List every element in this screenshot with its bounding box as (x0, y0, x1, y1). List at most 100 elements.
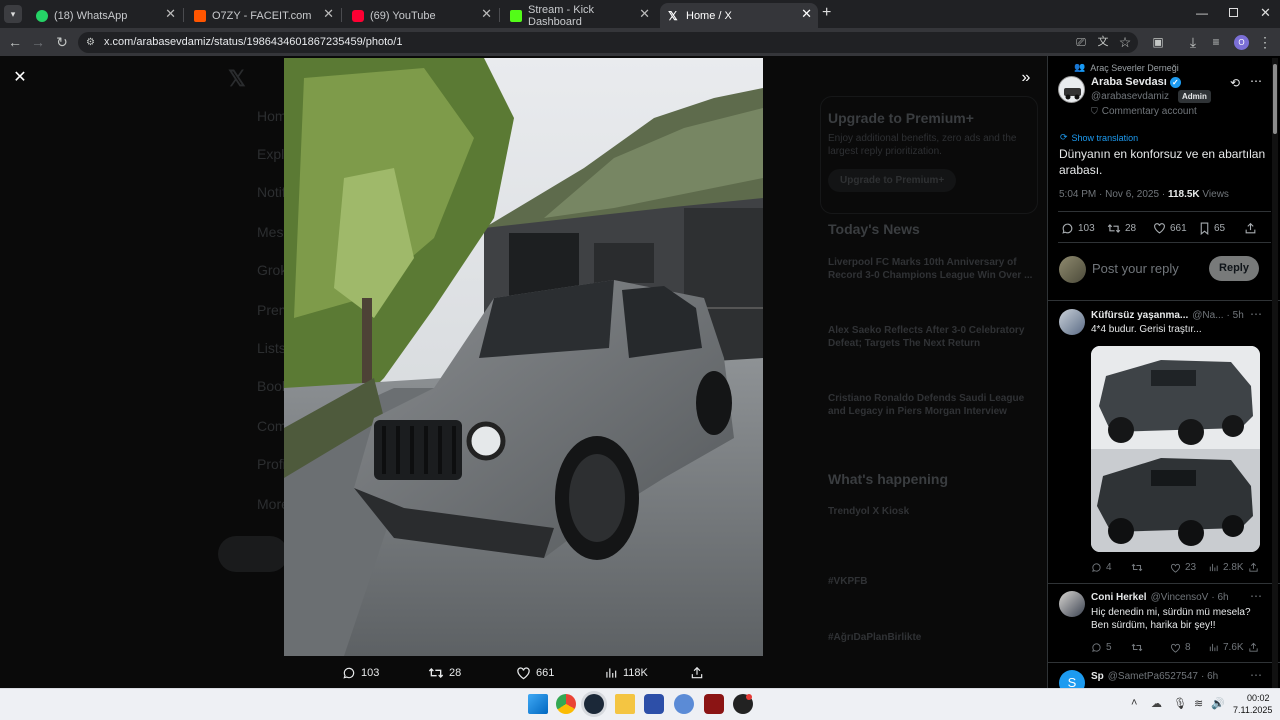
reply-stat[interactable]: 103 (1061, 222, 1095, 235)
more-options-icon[interactable]: ⋯ (1250, 74, 1262, 88)
reply-author-handle[interactable]: @Na... (1192, 310, 1223, 321)
tab-whatsapp[interactable]: (18) WhatsApp ✕ (28, 3, 182, 28)
close-tab-icon[interactable]: ✕ (801, 6, 812, 22)
tray-chevron-icon[interactable]: ˄ (1131, 697, 1137, 709)
downloads-icon[interactable]: ⤓ (1184, 33, 1202, 51)
app-icon[interactable] (674, 694, 694, 714)
volume-icon[interactable]: 🔊 (1211, 697, 1225, 710)
scrollbar-thumb[interactable] (1273, 64, 1277, 134)
extensions-icon[interactable]: ▣ (1149, 33, 1167, 51)
share-stat[interactable] (1244, 222, 1261, 235)
views-count: 7.6K (1223, 642, 1244, 653)
browser-menu-icon[interactable]: ⋮ (1256, 33, 1274, 51)
tab-youtube[interactable]: (69) YouTube ✕ (344, 3, 498, 28)
viewer-share-button[interactable] (690, 666, 709, 680)
close-tab-icon[interactable]: ✕ (639, 6, 650, 22)
close-tab-icon[interactable]: ✕ (323, 6, 334, 22)
more-options-icon[interactable]: ⋯ (1250, 668, 1262, 682)
reply-author-handle[interactable]: @VincensoV (1151, 592, 1209, 603)
like-stat[interactable]: 661 (1153, 222, 1187, 234)
back-button[interactable]: ← (6, 33, 24, 51)
post-photo[interactable] (284, 58, 763, 656)
file-explorer-icon[interactable] (615, 694, 635, 714)
tab-x-home[interactable]: 𝕏 Home / X ✕ (660, 3, 818, 28)
windows-start-icon[interactable] (528, 694, 548, 714)
viewer-like-button[interactable]: 661 (516, 666, 554, 680)
reply-views[interactable]: 7.6K (1208, 642, 1244, 653)
author-handle[interactable]: @arabasevdamiz (1091, 91, 1169, 102)
reply-author-handle[interactable]: @SametPa6527547 (1108, 671, 1198, 682)
reply-author-name[interactable]: Sp (1091, 671, 1104, 682)
reply-avatar[interactable] (1059, 309, 1085, 335)
new-tab-button[interactable]: + (822, 5, 831, 21)
url-text[interactable]: x.com/arabasevdamiz/status/1986434601867… (104, 36, 402, 48)
author-name[interactable]: Araba Sevdası ✓ (1091, 76, 1181, 88)
forward-button[interactable]: → (29, 33, 47, 51)
reply-views[interactable]: 2.8K (1208, 562, 1244, 573)
reply-time[interactable]: · 6h (1211, 592, 1228, 603)
reply-likes[interactable]: 23 (1170, 562, 1196, 573)
close-tab-icon[interactable]: ✕ (165, 6, 176, 22)
reply-share[interactable] (1248, 562, 1263, 573)
more-options-icon[interactable]: ⋯ (1250, 307, 1262, 321)
app-icon[interactable] (644, 694, 664, 714)
share-icon (1249, 562, 1258, 572)
premium-title: Upgrade to Premium+ (828, 110, 974, 126)
clock-date[interactable]: 7.11.2025 (1233, 705, 1272, 715)
reply-share[interactable] (1248, 642, 1263, 653)
reply-avatar[interactable] (1059, 591, 1085, 617)
reply-reposts[interactable] (1131, 642, 1147, 653)
collapse-sidebar-icon[interactable]: » (1016, 68, 1036, 88)
show-translation-link[interactable]: ⟳ Show translation (1060, 132, 1138, 143)
reply-author-name[interactable]: Küfürsüz yaşanma... (1091, 310, 1188, 321)
reply-replies[interactable]: 4 (1091, 562, 1112, 573)
tab-faceit[interactable]: O7ZY - FACEIT.com ✕ (186, 3, 340, 28)
onedrive-icon[interactable]: ☁ (1151, 697, 1162, 710)
close-window-button[interactable]: ✕ (1260, 5, 1271, 21)
bookmark-star-icon[interactable]: ☆ (1116, 33, 1134, 51)
clock-time[interactable]: 00:02 (1247, 693, 1270, 703)
viewer-views-button[interactable]: 118K (604, 666, 648, 680)
more-options-icon[interactable]: ⋯ (1250, 589, 1262, 603)
close-viewer-button[interactable]: ✕ (10, 68, 30, 88)
profile-avatar[interactable]: O (1234, 35, 1249, 50)
minimize-button[interactable]: — (1196, 6, 1208, 20)
reply-button[interactable]: Reply (1209, 256, 1259, 281)
site-info-icon[interactable]: ⚙ (86, 37, 98, 48)
scrollbar[interactable] (1272, 58, 1278, 688)
wifi-icon[interactable]: ≋ (1194, 697, 1203, 710)
reply-reposts[interactable] (1131, 562, 1147, 573)
reply-input[interactable]: Post your reply (1092, 261, 1179, 276)
repost-count: 28 (449, 667, 462, 679)
reload-button[interactable]: ↻ (53, 33, 71, 51)
viewer-repost-button[interactable]: 28 (428, 666, 461, 680)
post-button-ghost (218, 536, 288, 572)
chrome-icon[interactable] (556, 694, 576, 714)
reading-list-icon[interactable]: ≡ (1207, 33, 1225, 51)
youtube-icon (352, 9, 364, 22)
translate-icon[interactable]: 文 (1094, 33, 1112, 51)
restore-button[interactable] (1229, 8, 1238, 17)
reply-media[interactable] (1091, 346, 1260, 552)
community-label[interactable]: 👥 Araç Severler Derneği (1074, 62, 1179, 73)
grok-icon[interactable]: ⟲ (1230, 76, 1240, 90)
microphone-icon[interactable]: 🎙 (1173, 697, 1187, 710)
trend-item: #VKPFB (828, 576, 868, 587)
install-app-icon[interactable]: ⎚ (1072, 33, 1090, 51)
repost-stat[interactable]: 28 (1107, 222, 1136, 235)
viewer-reply-button[interactable]: 103 (342, 666, 379, 680)
tab-kick[interactable]: Stream - Kick Dashboard ✕ (502, 3, 656, 28)
reply-replies[interactable]: 5 (1091, 642, 1112, 653)
steam-icon[interactable] (584, 694, 604, 714)
author-avatar[interactable] (1058, 76, 1085, 103)
close-tab-icon[interactable]: ✕ (481, 6, 492, 22)
reply-time[interactable]: · 6h (1201, 671, 1218, 682)
tab-search-button[interactable]: ▾ (4, 5, 22, 23)
reply-time[interactable]: · 5h (1227, 310, 1244, 321)
reply-icon (1092, 643, 1101, 652)
reply-likes[interactable]: 8 (1170, 642, 1191, 653)
like-count: 23 (1185, 562, 1197, 573)
reply-author-name[interactable]: Coni Herkel (1091, 592, 1147, 603)
bookmark-stat[interactable]: 65 (1199, 222, 1225, 235)
app-icon[interactable] (704, 694, 724, 714)
